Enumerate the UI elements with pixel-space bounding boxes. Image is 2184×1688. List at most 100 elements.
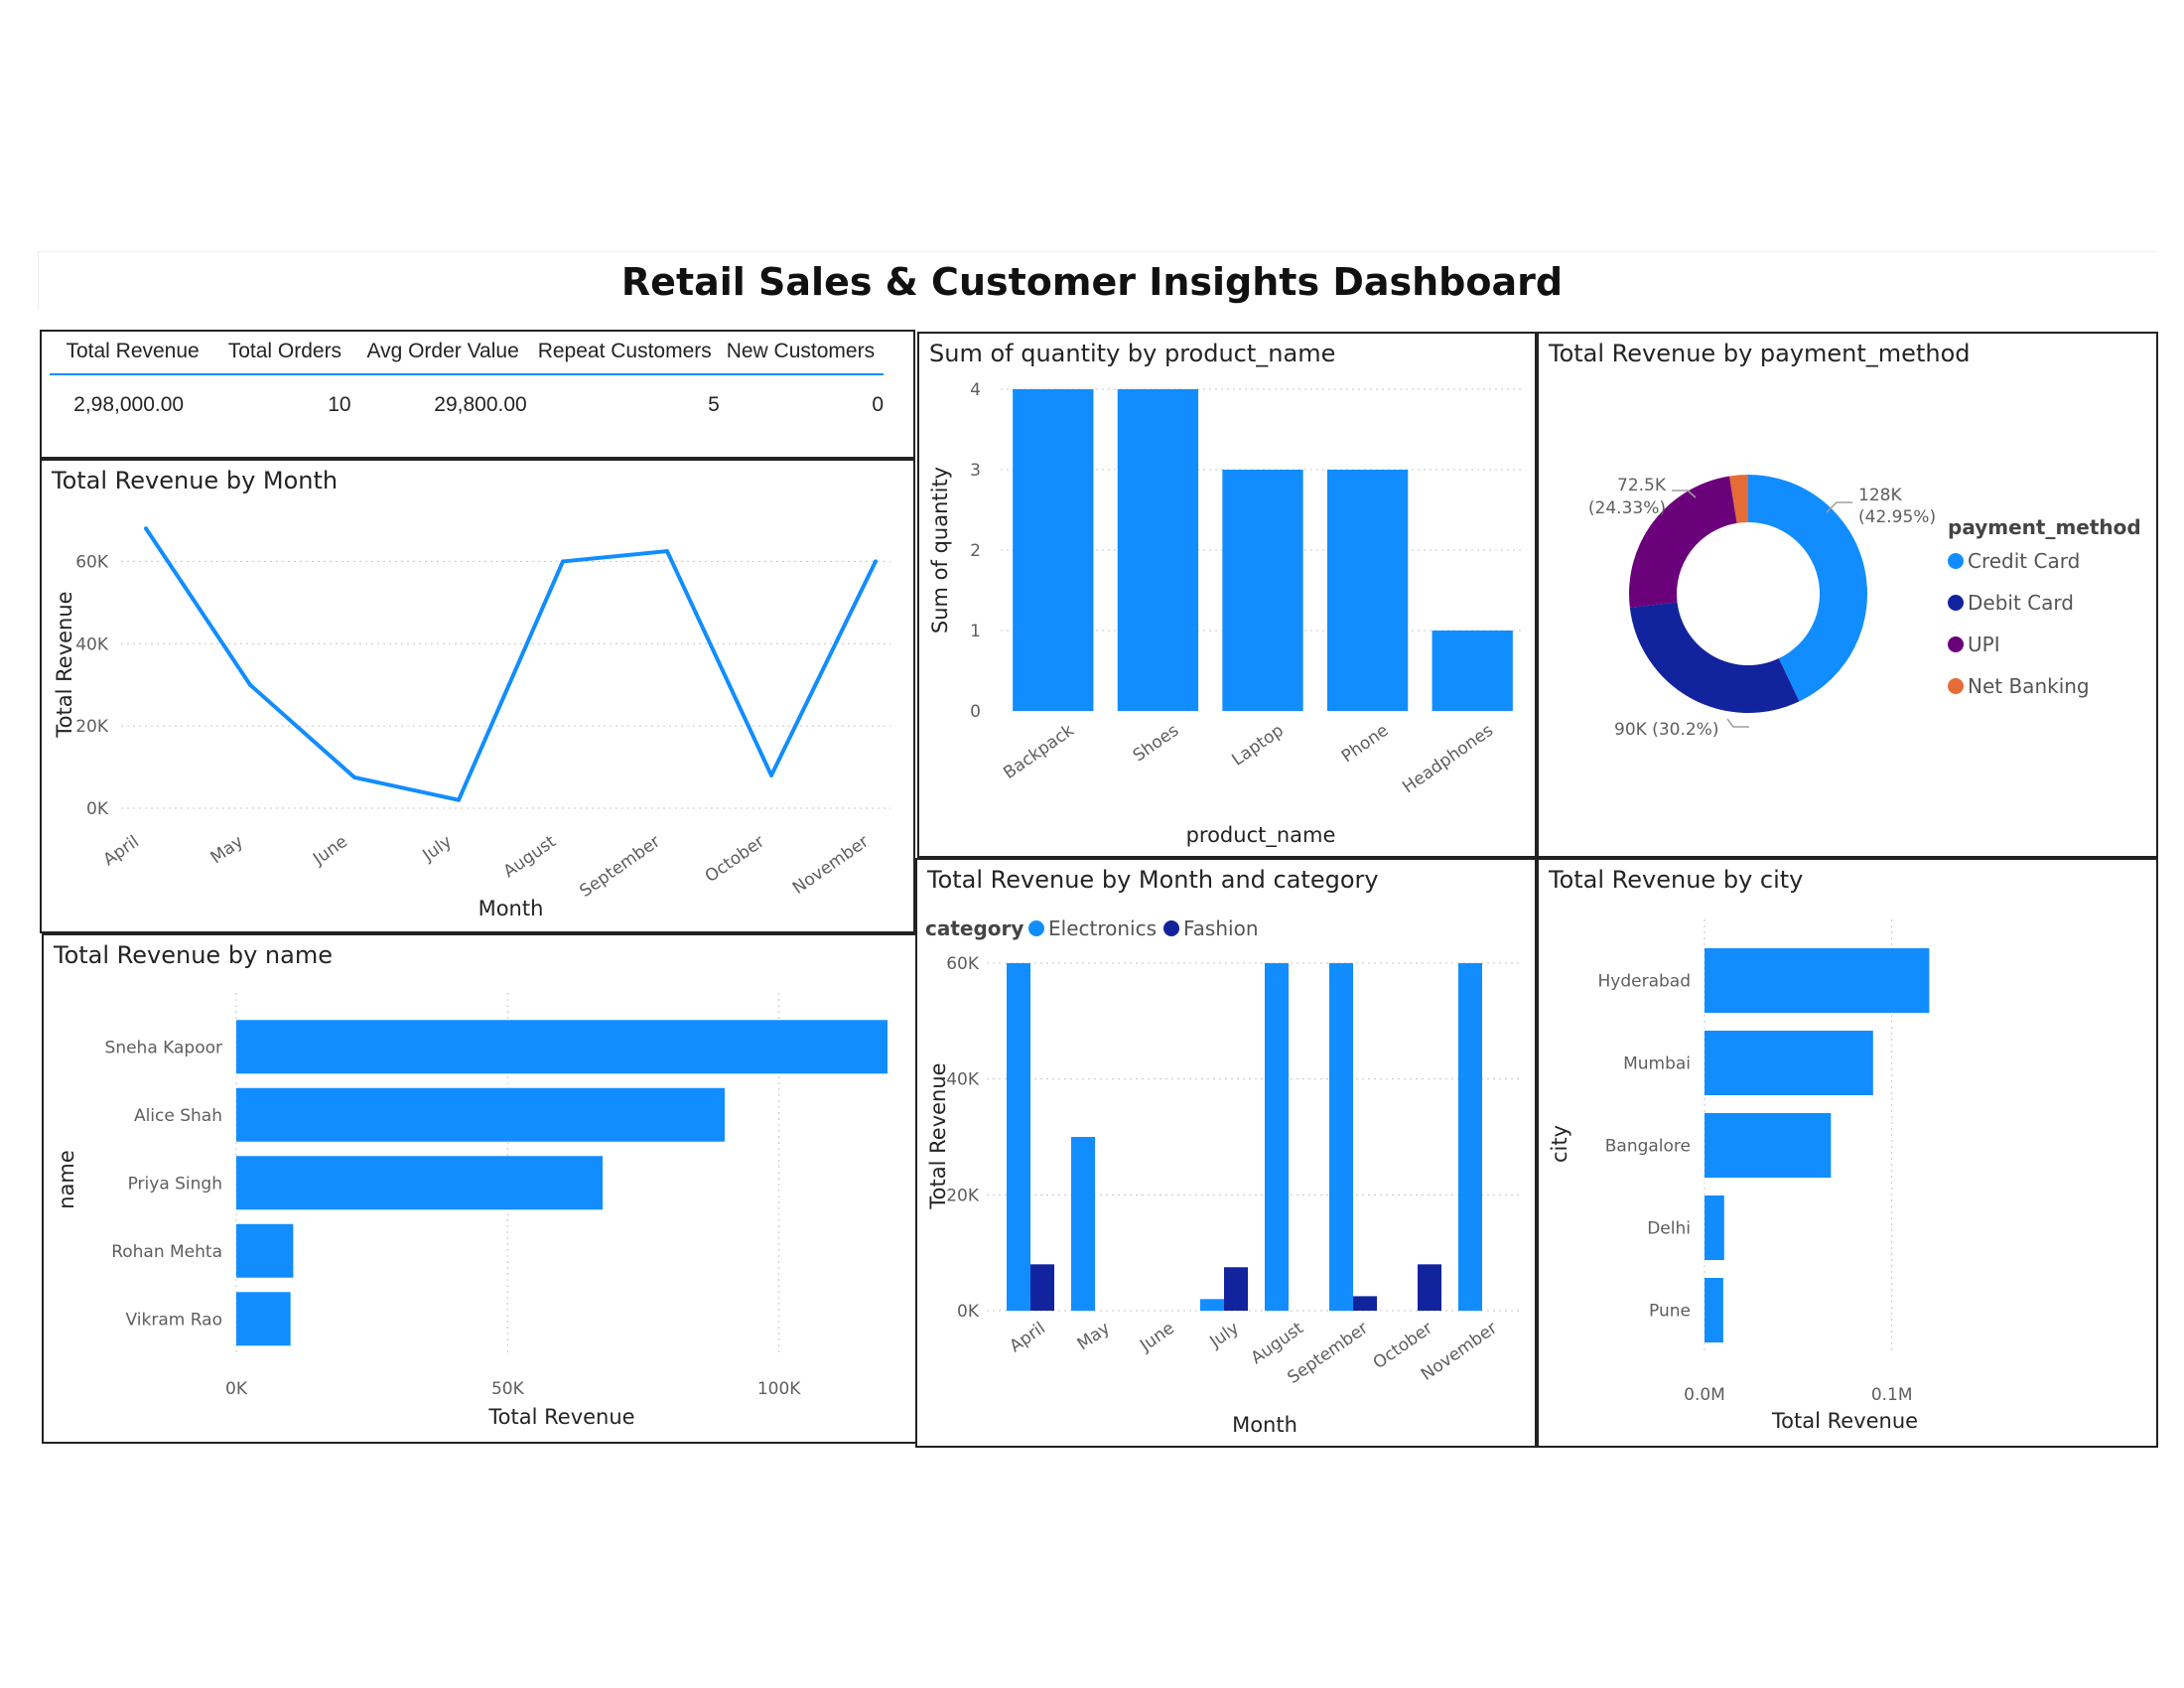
bar-hyderabad	[1705, 948, 1930, 1013]
data-point-june	[352, 774, 356, 779]
y-tick-label: 0	[970, 702, 981, 722]
revenue-by-payment-card[interactable]: Total Revenue by payment_method 128K (42.…	[1537, 332, 2158, 858]
revenue-by-month-chart: 0K 20K 40K 60K April May June July August Septemb…	[53, 526, 890, 920]
bar-rohan-mehta	[236, 1223, 294, 1278]
x-tick-label: 50K	[491, 1379, 525, 1399]
revenue-by-city-card[interactable]: Total Revenue by city 0.0M 0.1M Hyderabad M…	[1537, 858, 2158, 1448]
revenue-by-city-chart: 0.0M 0.1M Hyderabad Mumbai Bangalore Delhi Pun…	[1548, 919, 1930, 1433]
kpi-new-customers: 0	[872, 393, 884, 416]
y-tick-label: Alice Shah	[134, 1106, 222, 1126]
quantity-by-product-card[interactable]: Sum of quantity by product_name 0 1 2 3 4 Bac…	[917, 332, 1537, 858]
kpi-total-orders: 10	[328, 393, 351, 416]
legend-label-debit-card: Debit Card	[1968, 591, 2074, 615]
data-point-august	[561, 559, 565, 564]
bar-delhi	[1705, 1196, 1724, 1260]
kpi-avg-order-value: 29,800.00	[434, 393, 527, 416]
kpi-card[interactable]: Total Revenue Total Orders Avg Order Val…	[40, 330, 915, 459]
y-tick-label: Vikram Rao	[126, 1310, 222, 1330]
x-tick-label: Phone	[1338, 721, 1393, 768]
legend-marker-upi	[1948, 636, 1964, 652]
slice-upi	[1629, 476, 1737, 608]
revenue-by-payment-chart: 128K (42.95%) 90K (30.2%) 72.5K (24.33%) paym…	[1588, 475, 2141, 740]
x-tick-label: September	[576, 832, 663, 902]
y-tick-label: 1	[970, 622, 981, 641]
legend-label-electronics: Electronics	[1048, 916, 1157, 940]
data-label-upi-pct: (24.33%)	[1588, 498, 1666, 518]
kpi-header-repeat-customers[interactable]: Repeat Customers	[532, 340, 718, 363]
legend-marker-electronics	[1028, 920, 1044, 936]
legend-title: payment_method	[1948, 515, 2141, 539]
data-label-credit-card-pct: (42.95%)	[1858, 507, 1936, 527]
y-tick-label: Pune	[1649, 1302, 1691, 1322]
y-tick-label: 0K	[86, 799, 109, 819]
legend-label-net-banking: Net Banking	[1968, 674, 2090, 698]
bar-april-electronics	[1007, 963, 1030, 1311]
bar-may-electronics	[1071, 1137, 1095, 1311]
revenue-by-name-chart: 0K 50K 100K Sneha Kapoor Alice Shah Priya Sin…	[55, 993, 887, 1429]
x-tick-label: Shoes	[1130, 721, 1183, 767]
x-tick-label: August	[500, 832, 560, 883]
data-label-credit-card-value: 128K	[1858, 486, 1902, 505]
bar-september-fashion	[1353, 1296, 1377, 1311]
data-point-july	[457, 797, 461, 802]
legend-marker-net-banking	[1948, 678, 1964, 694]
y-tick-label: 60K	[946, 954, 980, 974]
bar-headphones	[1432, 631, 1513, 711]
kpi-header-avg-order-value[interactable]: Avg Order Value	[354, 340, 532, 363]
x-axis-title: Total Revenue	[1771, 1409, 1918, 1433]
bar-july-electronics	[1200, 1299, 1224, 1311]
kpi-header-total-orders[interactable]: Total Orders	[215, 340, 353, 363]
data-point-october	[769, 773, 773, 777]
y-tick-label: 40K	[75, 634, 109, 654]
slice-debit-card	[1629, 602, 1800, 713]
kpi-total-revenue: 2,98,000.00	[73, 393, 185, 416]
bar-august-electronics	[1265, 963, 1289, 1311]
x-tick-label: November	[789, 832, 873, 899]
y-axis-title: Total Revenue	[926, 1062, 950, 1209]
x-axis-title: product_name	[1186, 823, 1336, 848]
x-tick-label: May	[207, 832, 247, 869]
kpi-header-total-revenue[interactable]: Total Revenue	[50, 340, 215, 363]
y-axis-title: Sum of quantity	[928, 467, 952, 633]
legend-marker-debit-card	[1948, 595, 1964, 611]
bar-laptop	[1222, 470, 1303, 711]
revenue-by-name-card[interactable]: Total Revenue by name 0K 50K 100K Sneha Kap…	[42, 933, 917, 1444]
x-tick-label: 0.0M	[1684, 1385, 1725, 1405]
data-point-november	[874, 559, 878, 564]
bar-phone	[1326, 470, 1409, 711]
leader-line-debit-card	[1726, 718, 1749, 728]
legend-marker-fashion	[1163, 920, 1179, 936]
kpi-table: Total Revenue Total Orders Avg Order Val…	[50, 340, 884, 417]
x-tick-label: June	[1136, 1319, 1178, 1356]
dashboard-title: Retail Sales & Customer Insights Dashboa…	[620, 260, 1564, 304]
bar-sneha-kapoor	[236, 1020, 887, 1074]
x-tick-label: 100K	[757, 1379, 801, 1399]
y-tick-label: 20K	[75, 717, 109, 737]
y-axis-title: city	[1548, 1125, 1571, 1163]
x-tick-label: Headphones	[1399, 721, 1497, 798]
bar-april-fashion	[1030, 1264, 1054, 1311]
revenue-by-month-category-card[interactable]: Total Revenue by Month and category cate…	[915, 858, 1537, 1448]
y-tick-label: 20K	[946, 1186, 980, 1205]
bar-september-electronics	[1329, 963, 1353, 1311]
legend-title: category	[925, 916, 1024, 940]
bar-bangalore	[1705, 1113, 1832, 1178]
y-tick-label: Rohan Mehta	[111, 1242, 222, 1262]
y-axis-title: name	[55, 1150, 78, 1209]
bar-priya-singh	[236, 1156, 603, 1210]
data-label-upi-value: 72.5K	[1617, 476, 1667, 495]
bar-pune	[1705, 1278, 1723, 1342]
y-tick-label: Hyderabad	[1598, 972, 1692, 992]
x-tick-label: June	[309, 832, 351, 870]
kpi-value-row: 2,98,000.00 10 29,800.00 5 0	[50, 393, 884, 417]
bar-vikram-rao	[236, 1292, 291, 1346]
quantity-by-product-chart: 0 1 2 3 4 Backpack Shoes Laptop Phone Headphones p…	[928, 380, 1525, 848]
revenue-by-month-card[interactable]: Total Revenue by Month 0K 20K 40K 60K April M…	[40, 459, 915, 933]
kpi-header-new-customers[interactable]: New Customers	[718, 340, 884, 363]
kpi-header-row: Total Revenue Total Orders Avg Order Val…	[50, 340, 884, 375]
x-tick-label: October	[702, 832, 768, 887]
y-tick-label: 4	[970, 380, 981, 400]
legend-marker-credit-card	[1948, 553, 1964, 569]
bar-alice-shah	[236, 1087, 725, 1142]
legend-label-fashion: Fashion	[1183, 916, 1259, 940]
